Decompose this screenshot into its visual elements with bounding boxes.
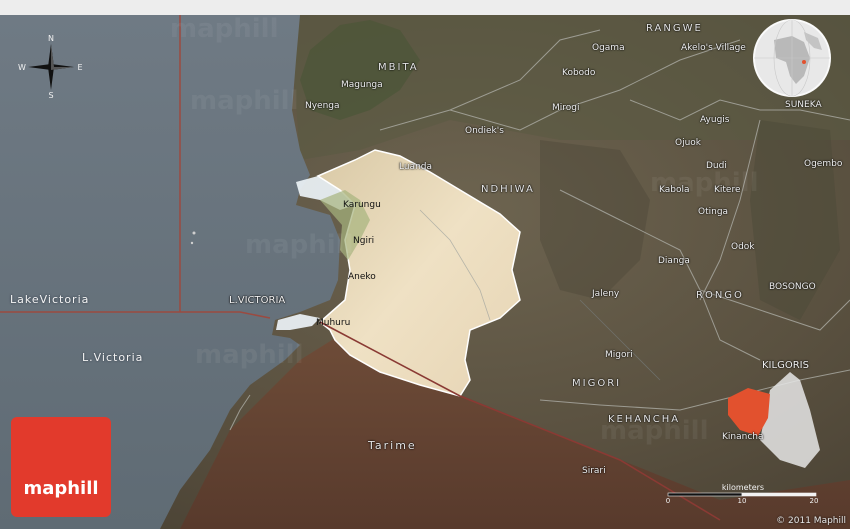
region-label: KEHANCHA <box>608 414 681 425</box>
region-label: MIGORI <box>572 378 622 389</box>
scale-tick: 20 <box>810 497 819 504</box>
place-label: Dudi <box>706 161 727 171</box>
place-label: Odok <box>731 242 755 252</box>
place-label: Karungu <box>343 200 381 210</box>
watermark: maphill <box>170 14 279 44</box>
terrain-layer <box>0 0 850 529</box>
place-label: Dianga <box>658 256 690 266</box>
place-label: Magunga <box>341 80 383 90</box>
place-label: L.Victoria <box>82 351 144 364</box>
region-label: RONGO <box>696 290 744 301</box>
place-label: Ayugis <box>700 115 730 125</box>
place-label: Ogembo <box>804 159 843 169</box>
map-canvas[interactable]: maphill maphill maphill maphill maphill … <box>0 0 850 529</box>
globe-icon <box>753 19 831 97</box>
place-label: Jaleny <box>592 289 620 299</box>
place-label: Kitere <box>714 185 741 195</box>
place-label: LakeVictoria <box>10 293 90 306</box>
logo-text: maphill <box>23 478 99 499</box>
place-label: Ogama <box>592 43 625 53</box>
copyright-text: © 2011 Maphill <box>776 516 846 526</box>
compass-e: E <box>77 63 82 72</box>
place-label: Ngiri <box>353 236 375 246</box>
globe-locator <box>752 18 832 98</box>
place-label: Aneko <box>348 272 376 282</box>
scale-tick: 10 <box>738 497 747 504</box>
compass-w: W <box>18 63 26 72</box>
place-label: L.VICTORIA <box>229 295 286 306</box>
place-label: Kinancha <box>722 432 764 442</box>
place-label: Mirogi <box>552 103 580 113</box>
region-label: MBITA <box>378 62 419 73</box>
place-label: Ojuok <box>675 138 702 148</box>
place-label: Kobodo <box>562 68 596 78</box>
compass-icon: N S E W <box>18 34 82 100</box>
scale-graphic: kilometers 0 10 20 <box>666 483 819 505</box>
region-label: RANGWE <box>646 23 703 34</box>
watermark: maphill <box>190 86 299 116</box>
maphill-logo[interactable]: maphill <box>11 417 111 517</box>
place-label: Akelo's Village <box>681 43 746 53</box>
region-label: SUNEKA <box>785 100 822 110</box>
compass-rose: N S E W <box>16 32 86 102</box>
compass-s: S <box>48 91 53 100</box>
place-label: Tarime <box>368 439 417 452</box>
place-label: Muhuru <box>316 318 351 328</box>
place-label: Migori <box>605 350 633 360</box>
place-label: Kabola <box>659 185 690 195</box>
scale-title: kilometers <box>722 483 764 492</box>
region-label: BOSONGO <box>769 282 816 292</box>
compass-n: N <box>48 34 54 43</box>
place-label: Sirari <box>582 466 606 476</box>
place-label: Luanda <box>399 162 433 172</box>
place-label: Otinga <box>698 207 729 217</box>
watermark: maphill <box>195 340 304 370</box>
place-label: Ondiek's <box>465 126 504 136</box>
watermark: maphill <box>245 230 354 260</box>
region-label: KILGORIS <box>762 360 809 371</box>
scale-bar: kilometers 0 10 20 <box>666 482 820 505</box>
region-label: NDHIWA <box>481 184 535 195</box>
scale-tick: 0 <box>666 497 670 504</box>
place-label: Nyenga <box>305 101 340 111</box>
